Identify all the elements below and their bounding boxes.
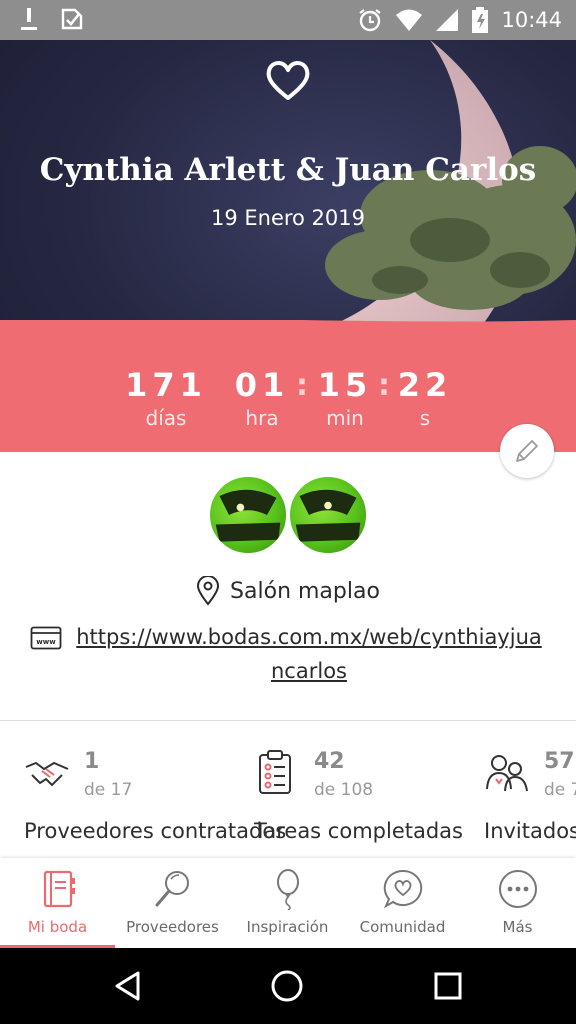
stat-guests[interactable]: 57 de 7 Invitados confirmados <box>484 745 576 860</box>
nav-comunidad[interactable]: Comunidad <box>345 858 460 948</box>
wifi-icon <box>396 9 423 31</box>
avatar[interactable] <box>208 475 288 555</box>
wedding-hero: Cynthia Arlett & Juan Carlos 19 Enero 20… <box>0 40 576 452</box>
handshake-icon <box>25 761 69 787</box>
location-pin-icon <box>197 576 220 606</box>
countdown-hours: 01 hra <box>226 366 298 430</box>
stat-total: de 7 <box>544 780 576 800</box>
countdown-hours-label: hra <box>245 406 279 430</box>
stat-label: Proveedores contratados <box>24 819 287 843</box>
check-notification-icon <box>61 8 83 30</box>
download-notification-icon <box>21 8 37 30</box>
stat-label: Tareas completadas <box>254 819 463 843</box>
stat-total: de 17 <box>84 780 133 800</box>
magnifier-icon <box>155 871 189 907</box>
nav-proveedores[interactable]: Proveedores <box>115 858 230 948</box>
nav-label: Inspiración <box>246 918 329 936</box>
stat-count: 57 <box>544 749 575 774</box>
nav-label: Más <box>502 918 533 936</box>
battery-icon <box>472 7 489 33</box>
balloon-icon <box>277 869 299 910</box>
stat-count: 1 <box>84 749 100 774</box>
divider <box>0 720 576 721</box>
stat-tasks[interactable]: 42 de 108 Tareas completadas <box>254 745 484 860</box>
svg-text:www: www <box>36 638 56 646</box>
countdown-seconds: 22 s <box>392 366 458 430</box>
bottom-navigation: Mi boda Proveedores Inspiración Comunida… <box>0 858 576 948</box>
heart-icon <box>266 61 310 100</box>
countdown-separator: : <box>378 368 390 403</box>
web-browser-icon: www <box>30 626 62 650</box>
stat-label: Invitados confirmados <box>484 819 576 843</box>
edit-wedding-button[interactable] <box>500 424 554 478</box>
couple-names: Cynthia Arlett & Juan Carlos <box>39 152 537 188</box>
nav-label: Proveedores <box>126 918 219 936</box>
signal-icon <box>436 9 459 31</box>
countdown-minutes: 15 min <box>310 366 380 430</box>
status-bar: 10:44 <box>0 0 576 40</box>
countdown-seconds-value: 22 <box>397 366 453 404</box>
nav-mas[interactable]: Más <box>460 858 575 948</box>
avatar[interactable] <box>288 475 368 555</box>
nav-mi-boda[interactable]: Mi boda <box>0 858 115 948</box>
countdown-separator: : <box>296 368 308 403</box>
countdown-minutes-label: min <box>326 406 364 430</box>
clipboard-checklist-icon <box>259 750 291 794</box>
countdown-days-label: días <box>145 406 187 430</box>
back-icon[interactable] <box>112 970 144 1002</box>
alarm-icon <box>359 9 382 32</box>
stat-vendors[interactable]: 1 de 17 Proveedores contratados <box>24 745 286 860</box>
wedding-date: 19 Enero 2019 <box>210 206 366 230</box>
guests-icon <box>486 755 528 792</box>
system-navigation-bar <box>0 948 576 1024</box>
countdown-hours-value: 01 <box>234 366 290 404</box>
chat-heart-icon <box>383 869 423 909</box>
recents-icon[interactable] <box>433 971 463 1001</box>
wedding-website: www https://www.bodas.com.mx/web/cynthia… <box>30 620 550 688</box>
countdown-seconds-label: s <box>419 406 431 430</box>
venue: Salón maplao <box>0 576 576 606</box>
countdown-days-value: 171 <box>125 366 207 404</box>
stat-total: de 108 <box>314 780 374 800</box>
home-icon[interactable] <box>270 969 304 1003</box>
stat-count: 42 <box>314 749 345 774</box>
notebook-icon <box>43 870 75 908</box>
clock: 10:44 <box>501 8 562 32</box>
wedding-website-link[interactable]: https://www.bodas.com.mx/web/cynthiayjua… <box>74 620 544 688</box>
more-dots-icon <box>499 870 537 908</box>
nav-label: Mi boda <box>27 918 88 936</box>
venue-name: Salón maplao <box>230 578 380 604</box>
countdown-days: 171 días <box>120 366 212 430</box>
countdown: 171 días 01 hra : 15 min : 22 s <box>0 320 576 452</box>
countdown-minutes-value: 15 <box>317 366 373 404</box>
nav-label: Comunidad <box>359 918 446 936</box>
nav-inspiracion[interactable]: Inspiración <box>230 858 345 948</box>
couple-avatars <box>208 475 368 557</box>
pencil-icon <box>516 440 538 462</box>
